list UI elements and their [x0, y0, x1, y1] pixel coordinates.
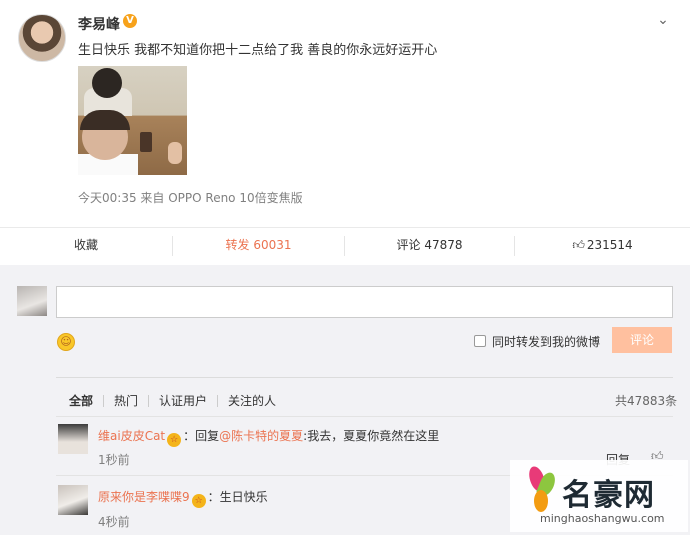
- comment-text: :我去，夏夏你竟然在这里: [303, 429, 440, 443]
- list-item: 原来你是李喋喋9 ☆ ：生日快乐: [98, 488, 268, 508]
- divider: [56, 377, 673, 378]
- crown-icon: ☆: [191, 494, 206, 508]
- comment-time: 4秒前: [98, 515, 130, 529]
- watermark-brand: 名豪网: [562, 478, 655, 513]
- comment-input[interactable]: [56, 286, 673, 318]
- chevron-down-icon[interactable]: ⌄: [655, 12, 671, 28]
- repost-button[interactable]: 转发 60031: [173, 228, 344, 264]
- post-photo[interactable]: [78, 66, 187, 175]
- tab-following[interactable]: 关注的人: [228, 392, 276, 409]
- comment-text: ：生日快乐: [207, 490, 268, 504]
- post-meta: 今天00:35 来自 OPPO Reno 10倍变焦版: [78, 191, 303, 205]
- tab-verified[interactable]: 认证用户: [159, 392, 207, 409]
- post-username[interactable]: 李易峰: [78, 14, 120, 34]
- comment-time: 1秒前: [98, 453, 130, 467]
- crown-icon: ☆: [167, 433, 182, 447]
- comment-total: 共47883条: [615, 394, 678, 408]
- brand-logo-icon: [526, 464, 558, 512]
- smile-icon[interactable]: ☺: [57, 333, 75, 351]
- like-count: 231514: [586, 238, 633, 252]
- watermark-url: minghaoshangwu.com: [540, 512, 665, 525]
- watermark: 名豪网 minghaoshangwu.com: [510, 460, 688, 532]
- tab-hot[interactable]: 热门: [114, 392, 138, 409]
- divider: [103, 395, 104, 407]
- current-user-avatar: [17, 286, 47, 316]
- action-bar: 收藏 转发 60031 评论 47878 👍︎ 231514: [0, 227, 690, 263]
- comment-username[interactable]: 原来你是李喋喋9: [98, 490, 190, 504]
- thumbs-up-icon: 👍︎: [572, 238, 585, 252]
- comment-button[interactable]: 评论 47878: [345, 228, 514, 264]
- submit-comment-button[interactable]: 评论: [612, 327, 672, 353]
- comment-text: ：回复: [183, 429, 220, 443]
- comment-username[interactable]: 维ai皮皮Cat: [98, 429, 165, 443]
- verified-badge-icon: V: [123, 14, 137, 28]
- divider: [148, 395, 149, 407]
- avatar[interactable]: [58, 485, 88, 515]
- tab-all[interactable]: 全部: [69, 392, 93, 409]
- avatar[interactable]: [18, 14, 66, 62]
- repost-checkbox[interactable]: [474, 335, 486, 347]
- like-button[interactable]: 👍︎ 231514: [515, 228, 690, 264]
- list-item: 维ai皮皮Cat ☆ ：回复@陈卡特的夏夏:我去，夏夏你竟然在这里: [98, 427, 439, 447]
- post-text: 生日快乐 我都不知道你把十二点给了我 善良的你永远好运开心: [78, 43, 438, 58]
- avatar[interactable]: [58, 424, 88, 454]
- divider: [56, 416, 673, 417]
- favorite-button[interactable]: 收藏: [0, 228, 172, 264]
- weibo-post-card: 李易峰 V ⌄ 生日快乐 我都不知道你把十二点给了我 善良的你永远好运开心 今天…: [0, 0, 690, 535]
- divider: [217, 395, 218, 407]
- repost-checkbox-label[interactable]: 同时转发到我的微博: [492, 333, 600, 350]
- mention-link[interactable]: @陈卡特的夏夏: [219, 429, 303, 443]
